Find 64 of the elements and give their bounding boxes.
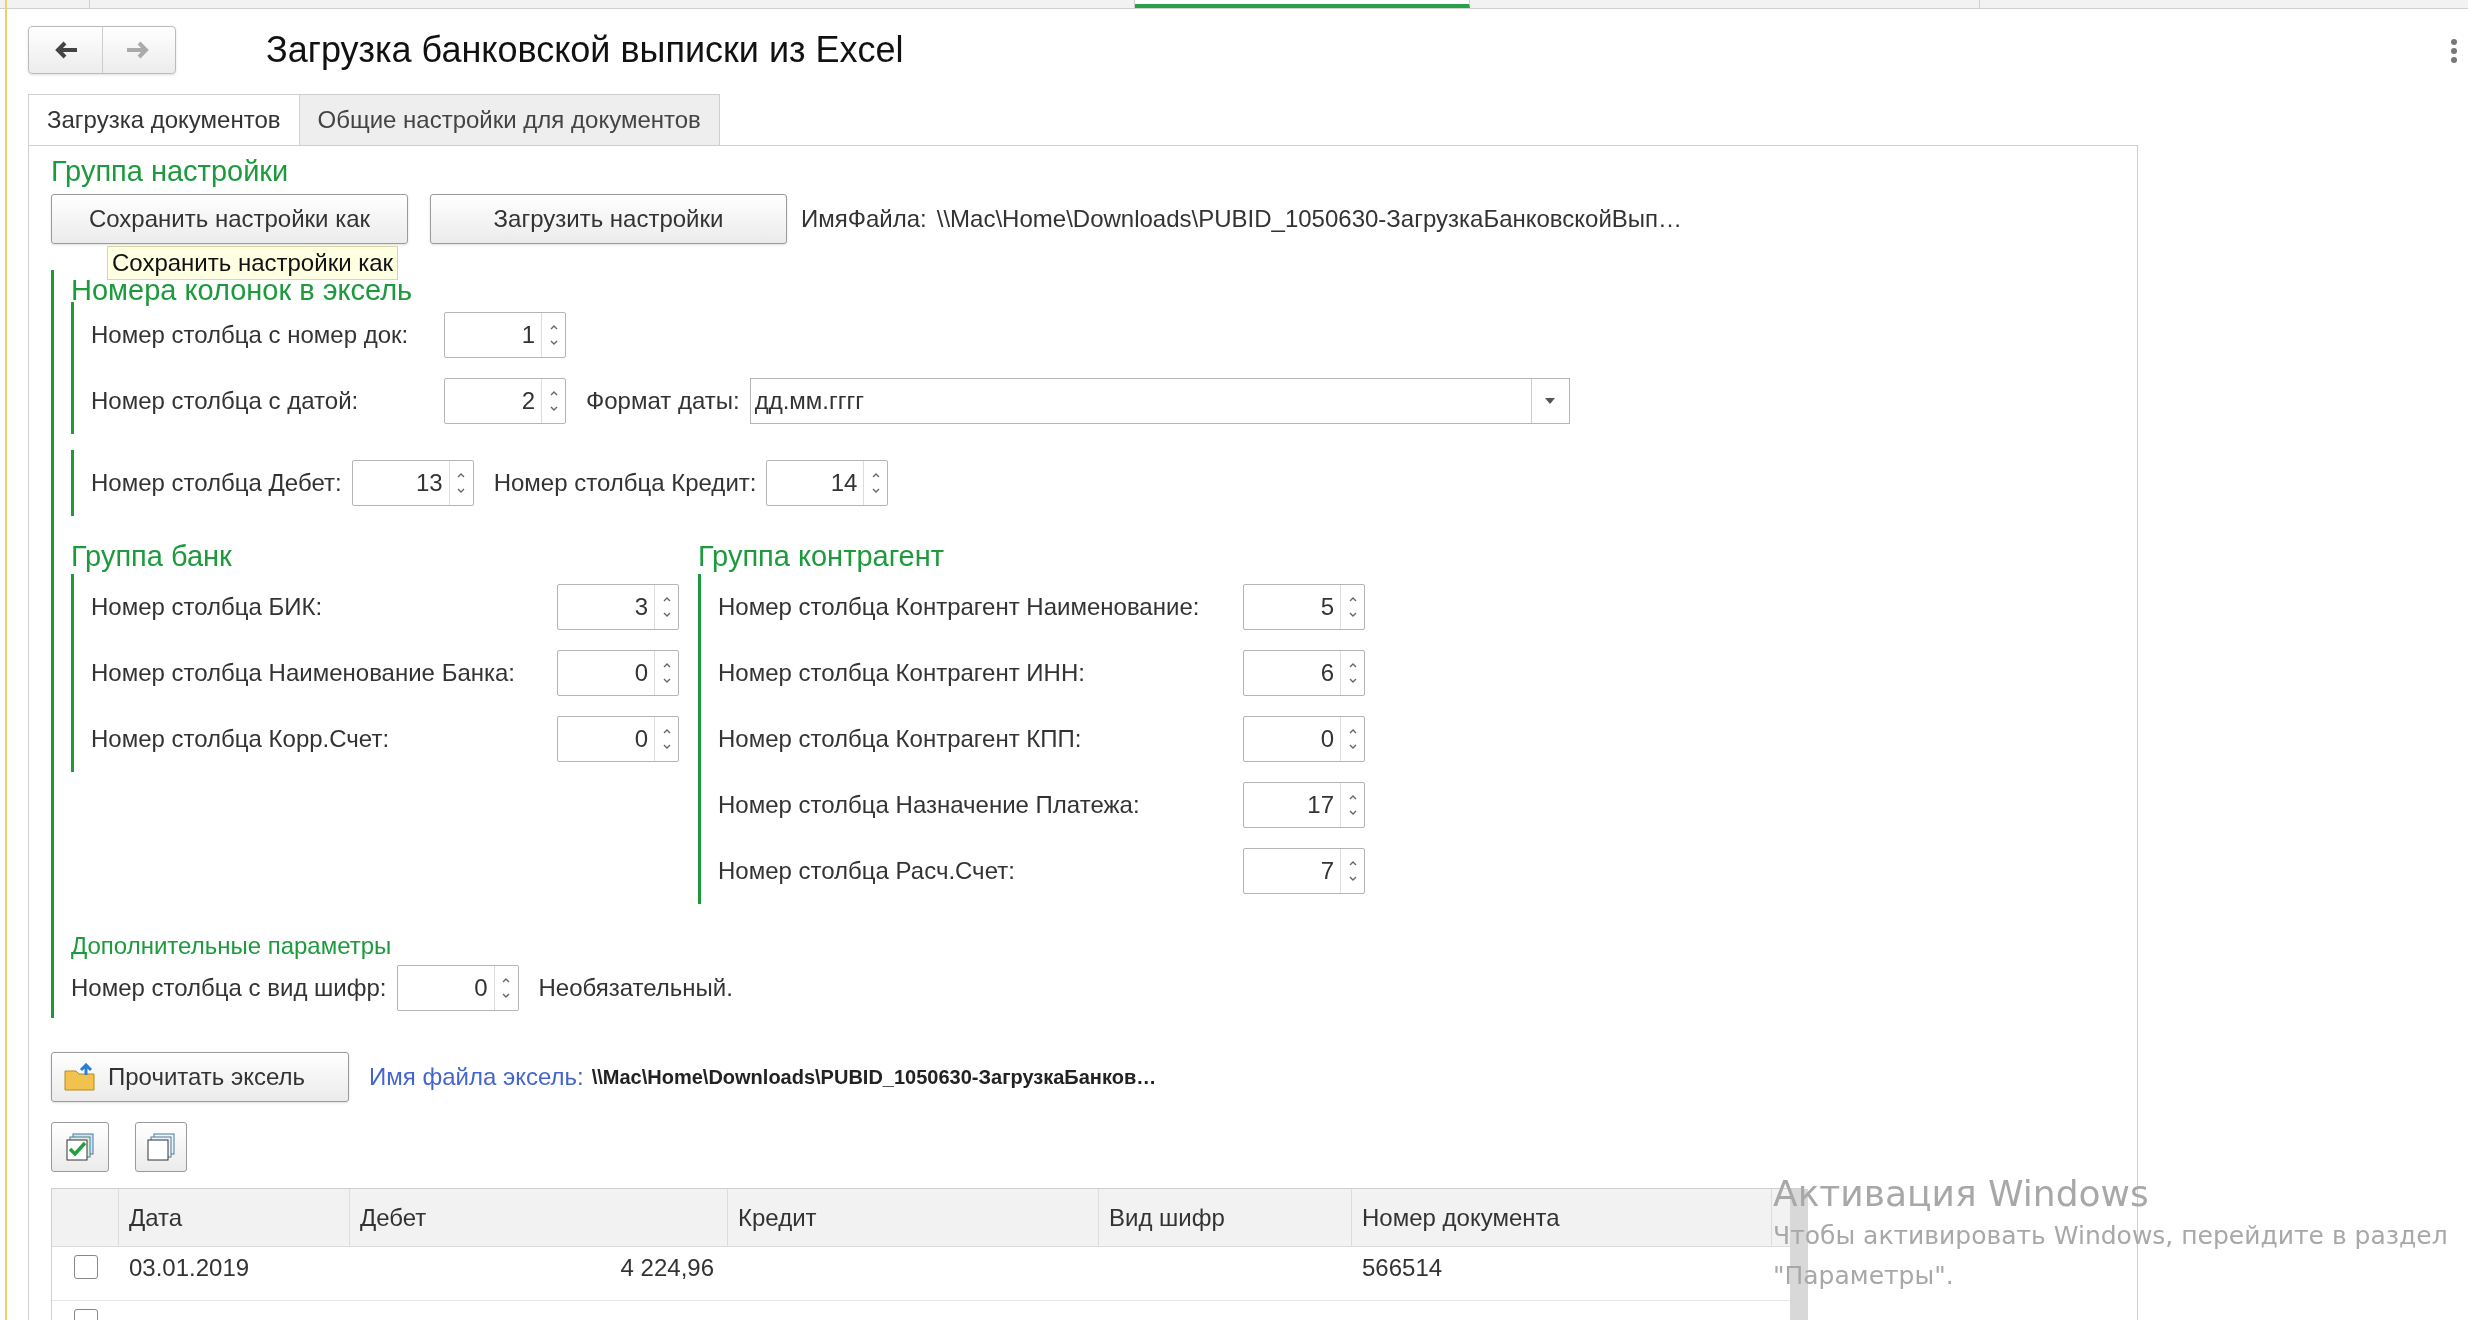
column-header[interactable]: Вид шифр xyxy=(1099,1189,1352,1246)
group-title: Группа контрагент xyxy=(698,539,946,574)
window-title: Загрузка банковской выписки из Excel xyxy=(266,28,904,72)
number-field[interactable]: 2 xyxy=(444,378,566,424)
activation-title: Активация Windows xyxy=(1773,1172,2150,1216)
action-button[interactable]: Загрузить настройки xyxy=(430,194,787,244)
number-field[interactable]: 1 xyxy=(444,312,566,358)
field-label: Номер столбца Дебет: xyxy=(91,468,342,498)
table-cell: 4 224,96 xyxy=(620,1254,714,1281)
check-all-button[interactable] xyxy=(51,1122,109,1172)
date-format-dropdown[interactable]: дд.мм.гггг xyxy=(749,378,1570,424)
number-field[interactable]: 0 xyxy=(557,716,679,762)
number-field[interactable]: 17 xyxy=(1243,782,1365,828)
number-field[interactable]: 7 xyxy=(1243,848,1365,894)
check-all-icon xyxy=(65,1133,95,1161)
field-label: Номер столбца Назначение Платежа: xyxy=(718,790,1141,820)
more-icon xyxy=(2450,38,2458,64)
field-label: Номер столбца Расч.Счет: xyxy=(718,856,1016,886)
field-label: Номер столбца Корр.Счет: xyxy=(91,724,391,754)
group-title: Дополнительные параметры xyxy=(71,931,393,961)
field-label: Номер столбца Кредит: xyxy=(493,468,757,498)
field-label: ИмяФайла: xyxy=(801,204,927,234)
stacked-squares-icon xyxy=(146,1133,176,1161)
field-label: Номер столбца Контрагент КПП: xyxy=(718,724,1083,754)
file-path: \\Mac\Home\Downloads\PUBID_1050630-ЗагрузкаБанков… xyxy=(591,1065,1157,1090)
number-field[interactable]: 3 xyxy=(557,584,679,630)
column-header[interactable]: Номер документа xyxy=(1352,1189,1772,1246)
number-field[interactable]: 6 xyxy=(1243,650,1365,696)
group-title: Группа банк xyxy=(71,539,233,574)
field-label: Имя файла эксель: xyxy=(369,1062,584,1092)
hint-text: Необязательный. xyxy=(538,973,733,1003)
column-header[interactable]: Дебет xyxy=(350,1189,728,1246)
dropdown-caret-icon xyxy=(1545,398,1556,404)
group-title: Группа настройки xyxy=(51,154,290,189)
field-label: Номер столбца Наименование Банка: xyxy=(91,658,517,688)
field-label: Номер столбца Контрагент ИНН: xyxy=(718,658,1086,688)
action-button[interactable]: Сохранить настройки как xyxy=(51,194,408,244)
window-tab[interactable] xyxy=(1135,0,1470,8)
tab[interactable]: Загрузка документов xyxy=(28,94,300,146)
checkbox[interactable] xyxy=(73,1255,98,1279)
column-header[interactable]: Кредит xyxy=(728,1189,1099,1246)
number-field[interactable]: 14 xyxy=(766,460,889,506)
number-field[interactable]: 13 xyxy=(351,460,474,506)
read-excel-button[interactable]: Прочитать эксель xyxy=(51,1052,349,1102)
field-label: Номер столбца БИК: xyxy=(91,592,324,622)
tab[interactable]: Общие настройки для документов xyxy=(299,94,720,146)
table-cell: 566514 xyxy=(1362,1254,1443,1281)
column-header[interactable]: Дата xyxy=(119,1189,350,1246)
number-field[interactable]: 5 xyxy=(1243,584,1365,630)
number-field[interactable]: 0 xyxy=(557,650,679,696)
number-field[interactable]: 0 xyxy=(1243,716,1365,762)
tooltip: Сохранить настройки как xyxy=(107,246,399,280)
field-label: Номер столбца с датой: xyxy=(91,386,360,416)
field-label: Формат даты: xyxy=(586,386,740,416)
activation-text: Чтобы активировать Windows, перейдите в раздел xyxy=(1773,1220,2448,1252)
number-field[interactable]: 0 xyxy=(396,965,519,1011)
file-path: \\Mac\Home\Downloads\PUBID_1050630-ЗагрузкаБанковскойВып… xyxy=(936,204,1683,234)
field-label: Номер столбца с вид шифр: xyxy=(71,973,387,1003)
field-label: Номер столбца Контрагент Наименование: xyxy=(718,592,1201,622)
activation-text: "Параметры". xyxy=(1773,1260,1955,1292)
folder-upload-icon xyxy=(64,1063,96,1091)
uncheck-all-button[interactable] xyxy=(135,1122,187,1172)
table-cell: 03.01.2019 xyxy=(129,1254,250,1281)
field-label: Номер столбца с номер док: xyxy=(91,320,410,350)
